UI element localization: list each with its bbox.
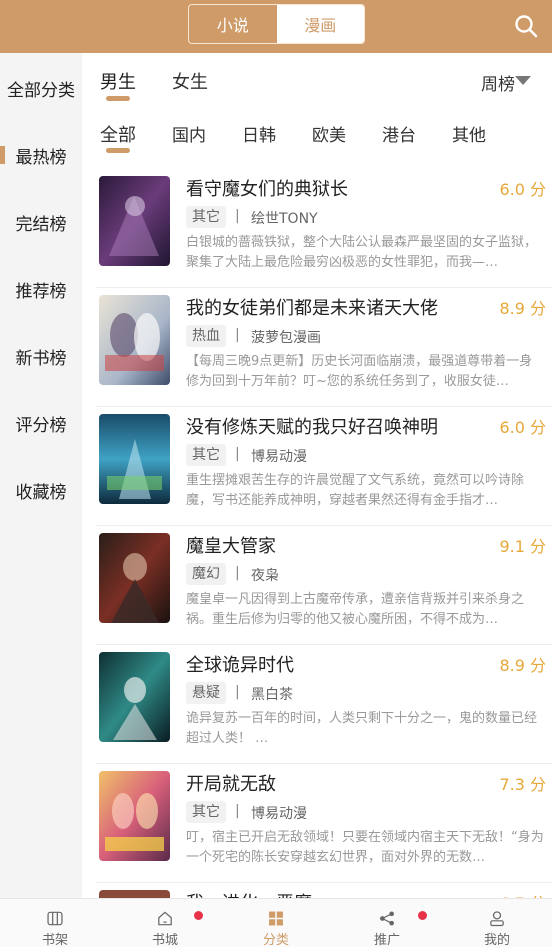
sidebar-item-hottest[interactable]: 最热榜	[0, 135, 82, 175]
comic-cover[interactable]	[99, 414, 170, 504]
comic-title[interactable]: 没有修炼天赋的我只好召唤神明	[186, 413, 438, 439]
tab-region-west[interactable]: 欧美	[312, 121, 346, 146]
tab-male[interactable]: 男生	[100, 68, 136, 94]
nav-profile[interactable]: 我的	[442, 899, 552, 948]
comic-score: 9.1 分	[499, 537, 546, 556]
comic-score: 6.0 分	[499, 418, 546, 437]
content-type-switch: 小说 漫画	[188, 4, 365, 44]
tab-comic[interactable]: 漫画	[276, 5, 364, 43]
comic-title[interactable]: 看守魔女们的典狱长	[186, 175, 348, 201]
comic-cover[interactable]	[99, 533, 170, 623]
user-icon	[490, 911, 504, 927]
comic-score: 6.5 分	[499, 890, 546, 898]
list-item[interactable]: 我，进化，恶魔 6.5 分	[82, 883, 552, 898]
comic-title[interactable]: 我，进化，恶魔	[186, 889, 312, 898]
list-item[interactable]: 我的女徒弟们都是未来诸天大佬 8.9 分 热血 | 菠萝包漫画 【每周三晚9点更…	[82, 288, 552, 407]
nav-label: 书城	[151, 933, 178, 948]
grid-icon	[269, 911, 283, 926]
notification-dot	[418, 911, 427, 920]
comic-description: 魔皇卓一凡因得到上古魔帝传承，遭亲信背叛并引来杀身之祸。重生后修为归零的他又被心…	[186, 592, 525, 627]
comic-author: 博易动漫	[251, 449, 307, 465]
genre-tag: 魔幻	[186, 563, 226, 585]
separator: |	[235, 327, 240, 343]
genre-tag: 其它	[186, 206, 226, 228]
nav-label: 书架	[41, 933, 68, 948]
comic-author: 博易动漫	[251, 806, 307, 822]
separator: |	[235, 446, 240, 462]
genre-tag: 悬疑	[186, 682, 226, 704]
sidebar-item-new[interactable]: 新书榜	[0, 336, 82, 376]
list-item[interactable]: 没有修炼天赋的我只好召唤神明 6.0 分 其它 | 博易动漫 重生摆摊艰苦生存的…	[82, 407, 552, 526]
sidebar-item-all-categories[interactable]: 全部分类	[0, 68, 82, 108]
nav-label: 推广	[373, 933, 400, 948]
nav-label: 我的	[483, 933, 510, 948]
list-item[interactable]: 全球诡异时代 8.9 分 悬疑 | 黑白茶 诡异复苏一百年的时间，人类只剩下十分…	[82, 645, 552, 764]
comic-description: 白银城的蔷薇铁狱，整个大陆公认最森严最坚固的女子监狱，聚集了大陆上最危险最穷凶极…	[186, 235, 538, 270]
comic-description: 【每周三晚9点更新】历史长河面临崩溃，最强道尊带着一身修为回到十万年前？叮~您的…	[186, 354, 533, 389]
bottom-navigation: 书架 书城 分类 推广 我的	[0, 898, 552, 948]
nav-bookshelf[interactable]: 书架	[0, 899, 110, 948]
tab-region-japan-korea[interactable]: 日韩	[242, 121, 276, 146]
nav-bookstore[interactable]: 书城	[110, 899, 220, 948]
tab-region-all[interactable]: 全部	[100, 121, 136, 147]
genre-tag: 其它	[186, 444, 226, 466]
tab-region-other[interactable]: 其他	[452, 121, 486, 146]
genre-tag: 热血	[186, 325, 226, 347]
comic-description: 叮，宿主已开启无敌领域！只要在领域内宿主天下无敌！“身为一个死宅的陈长安穿越玄幻…	[186, 830, 544, 865]
separator: |	[235, 208, 240, 224]
nav-promotion[interactable]: 推广	[332, 899, 442, 948]
comic-score: 7.3 分	[499, 775, 546, 794]
comic-cover[interactable]	[99, 890, 170, 898]
comic-cover[interactable]	[99, 771, 170, 861]
male-tab-indicator	[106, 96, 130, 101]
region-tab-indicator	[106, 148, 130, 153]
comic-title[interactable]: 魔皇大管家	[186, 532, 276, 558]
comic-author: 菠萝包漫画	[251, 330, 321, 346]
nav-category[interactable]: 分类	[221, 899, 331, 948]
tab-region-hk-tw[interactable]: 港台	[382, 121, 416, 146]
comic-description: 重生摆摊艰苦生存的许晨觉醒了文气系统，竟然可以吟诗除魔，写书还能养成神明，穿越者…	[186, 473, 525, 508]
top-bar: 小说 漫画	[0, 0, 552, 53]
category-sidebar: 全部分类 最热榜 完结榜 推荐榜 新书榜 评分榜 收藏榜	[0, 53, 82, 898]
list-item[interactable]: 开局就无敌 7.3 分 其它 | 博易动漫 叮，宿主已开启无敌领域！只要在领域内…	[82, 764, 552, 883]
comic-title[interactable]: 全球诡异时代	[186, 651, 294, 677]
separator: |	[235, 803, 240, 819]
rank-period-select[interactable]: 周榜	[481, 70, 515, 95]
comic-cover[interactable]	[99, 295, 170, 385]
comic-cover[interactable]	[99, 652, 170, 742]
comic-title[interactable]: 开局就无敌	[186, 770, 276, 796]
home-icon	[158, 911, 172, 926]
comic-author: 夜枭	[251, 568, 279, 584]
share-icon	[380, 911, 394, 926]
list-item[interactable]: 看守魔女们的典狱长 6.0 分 其它 | 绘世TONY 白银城的蔷薇铁狱，整个大…	[82, 169, 552, 288]
tab-female[interactable]: 女生	[172, 68, 208, 94]
comic-score: 6.0 分	[499, 180, 546, 199]
nav-label: 分类	[262, 933, 289, 948]
sidebar-item-completed[interactable]: 完结榜	[0, 202, 82, 242]
tab-novel[interactable]: 小说	[189, 5, 277, 43]
comic-cover[interactable]	[99, 176, 170, 266]
search-icon[interactable]	[513, 13, 539, 39]
sidebar-item-rating[interactable]: 评分榜	[0, 403, 82, 443]
comic-author: 黑白茶	[251, 687, 293, 703]
comic-score: 8.9 分	[499, 299, 546, 318]
separator: |	[235, 684, 240, 700]
comic-score: 8.9 分	[499, 656, 546, 675]
tab-region-domestic[interactable]: 国内	[172, 121, 206, 146]
list-item[interactable]: 魔皇大管家 9.1 分 魔幻 | 夜枭 魔皇卓一凡因得到上古魔帝传承，遭亲信背叛…	[82, 526, 552, 645]
chevron-down-icon[interactable]	[515, 76, 531, 85]
bookshelf-icon	[47, 911, 63, 926]
sidebar-item-favorites[interactable]: 收藏榜	[0, 470, 82, 510]
sidebar-item-recommended[interactable]: 推荐榜	[0, 269, 82, 309]
comic-title[interactable]: 我的女徒弟们都是未来诸天大佬	[186, 294, 438, 320]
comic-description: 诡异复苏一百年的时间，人类只剩下十分之一，鬼的数量已经超过人类！ …	[186, 711, 538, 746]
separator: |	[235, 565, 240, 581]
comic-author: 绘世TONY	[251, 211, 318, 227]
genre-tag: 其它	[186, 801, 226, 823]
notification-dot	[194, 911, 203, 920]
